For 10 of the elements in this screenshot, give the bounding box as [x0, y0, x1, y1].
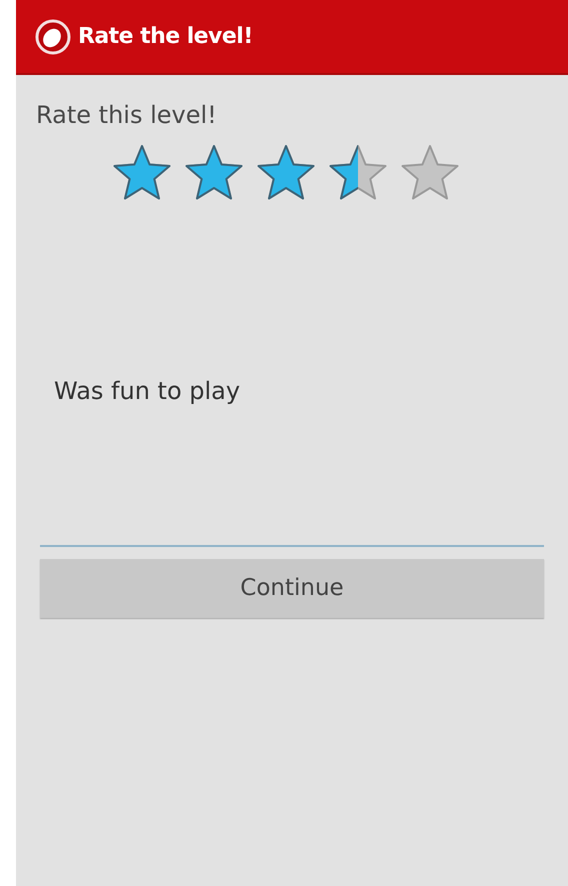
star-icon[interactable] — [184, 143, 244, 201]
window-title: Rate the level! — [78, 23, 253, 51]
continue-button[interactable]: Continue — [40, 559, 544, 618]
rating-label: Rate this level! — [36, 103, 218, 127]
app-logo-icon[interactable] — [34, 18, 72, 56]
comment-field[interactable]: Was fun to play — [40, 363, 544, 547]
star-icon[interactable] — [400, 143, 460, 201]
star-icon[interactable] — [328, 143, 388, 201]
star-icon[interactable] — [256, 143, 316, 201]
star-icon[interactable] — [112, 143, 172, 201]
